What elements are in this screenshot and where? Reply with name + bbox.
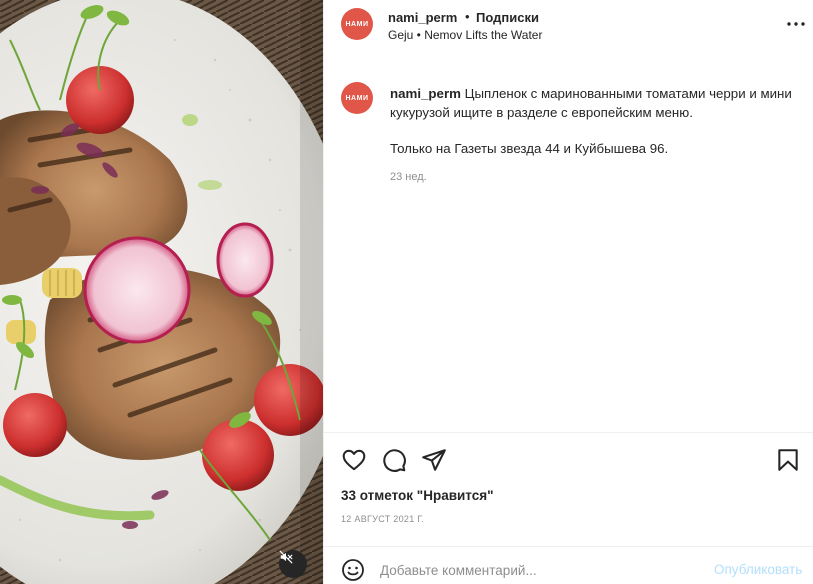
comment-form: Опубликовать [324, 546, 813, 584]
caption-line-3: Только на Газеты звезда 44 и Куйбышева 9… [390, 141, 669, 156]
caption-username-link[interactable]: nami_perm [390, 86, 461, 101]
username-link[interactable]: nami_perm [388, 10, 457, 25]
action-bar [324, 432, 813, 488]
like-button[interactable] [341, 447, 367, 473]
audio-track-link[interactable]: Geju • Nemov Lifts the Water [388, 28, 542, 42]
more-options-button[interactable] [786, 14, 806, 34]
comment-button[interactable] [381, 447, 407, 473]
likes-count[interactable]: 33 отметок "Нравится" [341, 488, 494, 503]
heart-icon [342, 449, 366, 471]
bookmark-icon [778, 449, 798, 471]
mute-button[interactable] [279, 550, 307, 578]
more-horizontal-icon [787, 22, 805, 26]
emoji-button[interactable] [341, 558, 365, 582]
avatar[interactable]: НАМИ [341, 8, 373, 40]
avatar-logo-text: НАМИ [345, 94, 369, 102]
caption-text: nami_perm Цыпленок с маринованными томат… [390, 84, 813, 158]
food-photo [0, 0, 323, 584]
share-button[interactable] [421, 447, 447, 473]
speaker-muted-icon [279, 550, 293, 564]
caption-timestamp[interactable]: 23 нед. [390, 171, 427, 183]
caption-line-2: кукурузой ищите в разделе с европейским … [390, 105, 693, 120]
caption-avatar[interactable]: НАМИ [341, 82, 373, 114]
post-details-panel: НАМИ nami_perm • Подписки Geju • Nemov L… [323, 0, 813, 584]
instagram-post-view: НАМИ nami_perm • Подписки Geju • Nemov L… [0, 0, 813, 584]
avatar-logo-text: НАМИ [345, 20, 369, 28]
comment-icon [383, 449, 406, 472]
save-button[interactable] [775, 447, 801, 473]
emoji-icon [342, 559, 364, 581]
separator-dot: • [465, 9, 470, 24]
comment-input[interactable] [380, 559, 700, 581]
publish-button[interactable]: Опубликовать [714, 562, 802, 577]
following-button[interactable]: Подписки [476, 10, 539, 25]
post-date: 12 АВГУСТ 2021 Г. [341, 514, 425, 524]
post-header: НАМИ nami_perm • Подписки Geju • Nemov L… [324, 0, 813, 50]
paper-plane-icon [422, 449, 446, 471]
post-video[interactable] [0, 0, 323, 584]
caption-line-1: Цыпленок с маринованными томатами черри … [460, 86, 792, 101]
